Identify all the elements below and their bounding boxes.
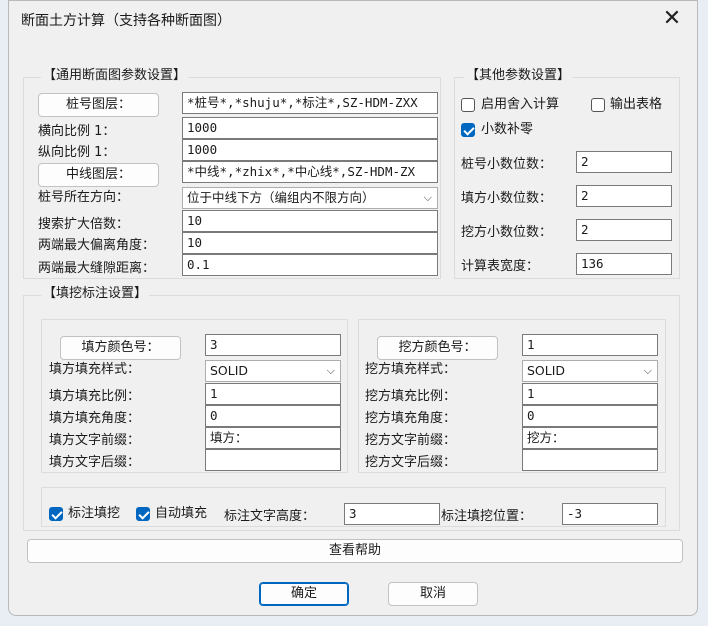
center-layer-field[interactable]: *中线*,*zhix*,*中心线*,SZ-HDM-ZX — [182, 161, 438, 183]
cut-pattern-select[interactable]: SOLID ⌵ — [522, 360, 658, 382]
direction-select-value: 位于中线下方（编组内不限方向） — [187, 190, 375, 205]
annotation-settings-legend: 【填挖标注设置】 — [41, 286, 150, 302]
chevron-down-icon: ⌵ — [326, 364, 335, 377]
title-bar: 断面土方计算（支持各种断面图） ✕ — [9, 1, 697, 37]
cut-angle-label: 挖方填充角度： — [365, 411, 457, 426]
fill-prefix-label: 填方文字前缀： — [49, 433, 141, 448]
cut-prefix-field[interactable]: 挖方： — [522, 427, 658, 449]
chevron-down-icon: ⌵ — [643, 364, 652, 377]
fill-decimals-field[interactable]: 2 — [576, 185, 672, 207]
stake-layer-button[interactable]: 桩号图层： — [38, 93, 159, 117]
stake-layer-field[interactable]: *桩号*,*shuju*,*标注*,SZ-HDM-ZXX — [182, 92, 438, 114]
stake-decimals-field[interactable]: 2 — [576, 151, 672, 173]
fill-suffix-field[interactable] — [205, 449, 341, 471]
fill-decimals-label: 填方小数位数： — [461, 191, 553, 206]
cut-angle-field[interactable]: 0 — [522, 405, 658, 427]
fill-pattern-select[interactable]: SOLID ⌵ — [205, 360, 341, 382]
auto-fill-checkbox[interactable] — [136, 507, 150, 521]
v-scale-label: 纵向比例 1： — [38, 145, 116, 160]
search-field[interactable]: 10 — [182, 210, 438, 232]
rounding-checkbox[interactable] — [461, 98, 475, 112]
fill-color-field[interactable]: 3 — [205, 334, 341, 356]
output-table-label: 输出表格 — [610, 97, 663, 112]
cut-decimals-field[interactable]: 2 — [576, 219, 672, 241]
fill-suffix-label: 填方文字后缀： — [49, 455, 141, 470]
angle-field[interactable]: 10 — [182, 232, 438, 254]
gap-label: 两端最大缝隙距离： — [38, 261, 156, 276]
label-cutfill-checkbox[interactable] — [49, 507, 63, 521]
ok-button[interactable]: 确定 — [259, 582, 349, 606]
decimal-pad-checkbox[interactable] — [461, 123, 475, 137]
cut-prefix-label: 挖方文字前缀： — [365, 433, 457, 448]
direction-select[interactable]: 位于中线下方（编组内不限方向） ⌵ — [182, 187, 438, 209]
cut-ratio-field[interactable]: 1 — [522, 383, 658, 405]
fill-ratio-label: 填方填充比例： — [49, 389, 141, 404]
decimal-pad-label: 小数补零 — [481, 122, 534, 137]
cut-color-field[interactable]: 1 — [522, 334, 658, 356]
auto-fill-label: 自动填充 — [155, 506, 208, 521]
cut-color-button[interactable]: 挖方颜色号： — [377, 336, 498, 360]
table-width-label: 计算表宽度： — [461, 259, 540, 274]
angle-label: 两端最大偏离角度： — [38, 238, 156, 253]
dialog-window: 断面土方计算（支持各种断面图） ✕ 【通用断面图参数设置】 桩号图层： *桩号*… — [8, 0, 698, 616]
general-settings-legend: 【通用断面图参数设置】 — [41, 68, 189, 84]
fill-angle-label: 填方填充角度： — [49, 411, 141, 426]
gap-field[interactable]: 0.1 — [182, 254, 438, 276]
text-height-label: 标注文字高度： — [224, 509, 316, 524]
cut-decimals-label: 挖方小数位数： — [461, 225, 553, 240]
position-label: 标注填挖位置： — [441, 509, 533, 524]
close-icon[interactable]: ✕ — [655, 5, 689, 33]
cut-suffix-label: 挖方文字后缀： — [365, 455, 457, 470]
search-label: 搜索扩大倍数： — [38, 217, 130, 232]
cut-ratio-label: 挖方填充比例： — [365, 389, 457, 404]
fill-pattern-value: SOLID — [210, 363, 249, 378]
other-settings-legend: 【其他参数设置】 — [464, 68, 573, 84]
center-layer-button[interactable]: 中线图层： — [38, 163, 159, 187]
label-cutfill-label: 标注填挖 — [68, 506, 121, 521]
position-field[interactable]: -3 — [562, 503, 658, 525]
stake-decimals-label: 桩号小数位数： — [461, 157, 553, 172]
rounding-label: 启用舍入计算 — [481, 97, 560, 112]
h-scale-field[interactable]: 1000 — [182, 117, 438, 139]
fill-ratio-field[interactable]: 1 — [205, 383, 341, 405]
fill-prefix-field[interactable]: 填方： — [205, 427, 341, 449]
output-table-checkbox[interactable] — [591, 98, 605, 112]
cut-suffix-field[interactable] — [522, 449, 658, 471]
cancel-button[interactable]: 取消 — [388, 582, 478, 606]
v-scale-field[interactable]: 1000 — [182, 139, 438, 161]
window-title: 断面土方计算（支持各种断面图） — [21, 13, 231, 29]
table-width-field[interactable]: 136 — [576, 253, 672, 275]
cut-pattern-label: 挖方填充样式： — [365, 362, 457, 377]
h-scale-label: 横向比例 1： — [38, 124, 116, 139]
fill-color-button[interactable]: 填方颜色号： — [60, 336, 181, 360]
text-height-field[interactable]: 3 — [344, 503, 440, 525]
help-button[interactable]: 查看帮助 — [27, 539, 683, 563]
cut-pattern-value: SOLID — [527, 363, 566, 378]
chevron-down-icon: ⌵ — [423, 191, 432, 204]
fill-angle-field[interactable]: 0 — [205, 405, 341, 427]
fill-pattern-label: 填方填充样式： — [49, 362, 141, 377]
direction-label: 桩号所在方向： — [38, 190, 130, 205]
